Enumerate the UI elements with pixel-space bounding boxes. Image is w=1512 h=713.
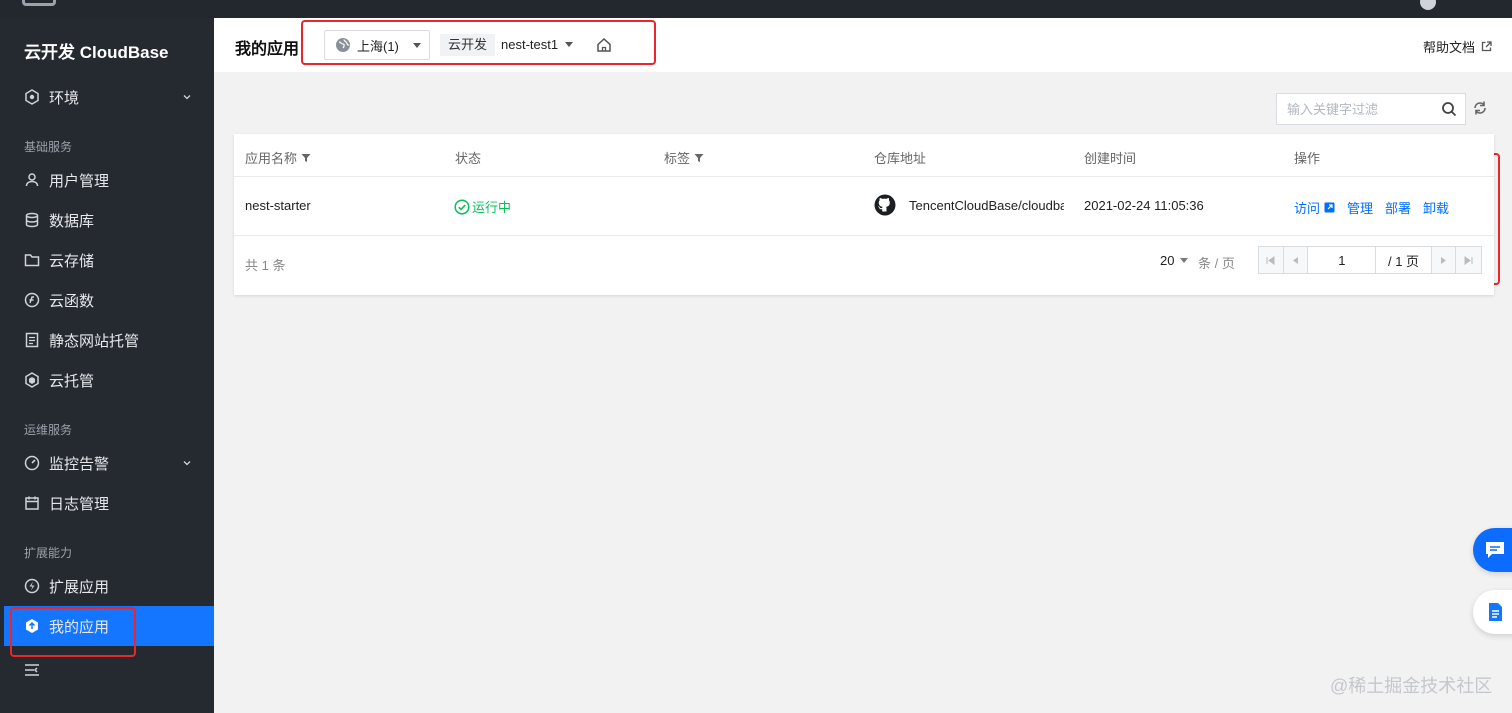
my-app-icon <box>24 618 40 634</box>
cube-icon <box>24 372 40 388</box>
deploy-button[interactable]: 部署 <box>1385 198 1411 217</box>
folder-icon <box>24 252 40 268</box>
sidebar-item-logs[interactable]: 日志管理 <box>0 483 214 523</box>
column-header-status: 状态 <box>455 151 482 166</box>
github-icon <box>874 194 896 216</box>
external-link-icon <box>1481 41 1492 52</box>
table-row: nest-starter 运行中 TencentCloudBase/cloudb… <box>234 177 1494 236</box>
chevron-down-icon[interactable] <box>565 42 573 47</box>
external-link-icon <box>1324 202 1335 213</box>
sidebar-item-monitoring[interactable]: 监控告警 <box>0 443 214 483</box>
pager: / 1 页 <box>1258 246 1482 274</box>
last-page-icon <box>1464 255 1473 265</box>
apps-table-card: 应用名称 状态 标签 仓库地址 创建时间 操作 nest-starter 运行中… <box>234 134 1494 295</box>
page-number-input[interactable] <box>1308 247 1377 273</box>
docs-float-button[interactable] <box>1473 590 1512 634</box>
first-page-button[interactable] <box>1259 247 1284 273</box>
chevron-down-icon <box>413 43 421 48</box>
column-header-tags[interactable]: 标签 <box>664 148 704 167</box>
user-avatar-icon[interactable] <box>1420 0 1436 10</box>
region-value: 上海(1) <box>357 38 399 54</box>
total-pages: / 1 页 <box>1376 247 1432 273</box>
document-icon <box>1489 603 1502 621</box>
next-page-button[interactable] <box>1431 247 1457 273</box>
user-icon <box>24 172 40 188</box>
sidebar-item-cloud-hosting[interactable]: 云托管 <box>0 360 214 400</box>
console-logo-icon[interactable] <box>22 0 56 6</box>
check-circle-icon <box>454 198 470 215</box>
top-navbar <box>0 0 1512 18</box>
row-actions: 访问 管理 部署 卸载 <box>1294 198 1461 217</box>
total-count: 共 1 条 <box>245 258 286 273</box>
sidebar-item-my-apps[interactable]: 我的应用 <box>4 606 214 646</box>
visit-button[interactable]: 访问 <box>1294 198 1335 217</box>
sidebar-item-static-hosting[interactable]: 静态网站托管 <box>0 320 214 360</box>
hexagon-icon <box>24 89 40 105</box>
document-icon <box>24 332 40 348</box>
table-header: 应用名称 状态 标签 仓库地址 创建时间 操作 <box>234 134 1494 177</box>
chat-icon <box>1486 542 1504 558</box>
home-icon[interactable] <box>596 37 612 53</box>
search-input[interactable] <box>1287 101 1437 117</box>
filter-icon[interactable] <box>301 153 311 163</box>
status-badge: 运行中 <box>454 197 511 216</box>
feedback-float-button[interactable] <box>1473 528 1512 572</box>
watermark: @稀土掘金技术社区 <box>1330 676 1493 696</box>
calendar-log-icon <box>24 495 40 511</box>
nav-group-extensions: 扩展能力 <box>24 546 73 560</box>
lightning-icon <box>24 578 40 594</box>
repo-link[interactable]: TencentCloudBase/cloudbase-templates <box>874 194 1064 216</box>
nav-group-ops: 运维服务 <box>24 423 73 437</box>
sidebar-item-storage[interactable]: 云存储 <box>0 240 214 280</box>
sidebar-item-env[interactable]: 环境 <box>0 77 214 117</box>
column-header-actions: 操作 <box>1294 151 1321 166</box>
nav-group-basic: 基础服务 <box>24 140 73 154</box>
refresh-icon[interactable] <box>1472 100 1488 116</box>
env-select[interactable]: nest-test1 <box>501 37 558 52</box>
sidebar-item-database[interactable]: 数据库 <box>0 200 214 240</box>
prev-page-button[interactable] <box>1283 247 1309 273</box>
last-page-button[interactable] <box>1456 247 1482 273</box>
brand-title: 云开发 CloudBase <box>24 43 169 62</box>
search-icon[interactable] <box>1441 101 1457 117</box>
page-header: 我的应用 上海(1) 云开发 nest-test1 帮助文档 <box>214 18 1512 72</box>
sidebar-item-functions[interactable]: 云函数 <box>0 280 214 320</box>
filter-icon[interactable] <box>694 153 704 163</box>
column-header-created: 创建时间 <box>1084 151 1137 166</box>
chevron-down-icon <box>183 461 191 466</box>
database-icon <box>24 212 40 228</box>
prev-page-icon <box>1293 256 1299 264</box>
env-type-tag: 云开发 <box>440 34 496 56</box>
next-page-icon <box>1441 256 1446 264</box>
monitor-icon <box>24 455 40 471</box>
chevron-down-icon <box>1180 258 1189 263</box>
pagination-bar: 共 1 条 20 条 / 页 / 1 页 <box>234 236 1494 295</box>
search-box <box>1276 93 1466 125</box>
chevron-down-icon <box>183 95 191 100</box>
globe-icon <box>336 38 350 52</box>
uninstall-button[interactable]: 卸载 <box>1423 198 1449 217</box>
region-select[interactable]: 上海(1) <box>324 30 430 60</box>
help-docs-link[interactable]: 帮助文档 <box>1423 37 1492 56</box>
sidebar-item-users[interactable]: 用户管理 <box>0 160 214 200</box>
created-time: 2021-02-24 11:05:36 <box>1084 198 1204 213</box>
page-size-select[interactable]: 20 <box>1160 253 1189 268</box>
function-icon <box>24 292 40 308</box>
column-header-name[interactable]: 应用名称 <box>245 148 311 167</box>
collapse-sidebar-icon[interactable] <box>24 663 40 677</box>
sidebar: 云开发 CloudBase 环境 基础服务 用户管理 数据库 云存储 云函数 静… <box>0 18 214 713</box>
column-header-repo: 仓库地址 <box>874 151 927 166</box>
first-page-icon <box>1266 255 1275 265</box>
app-name: nest-starter <box>245 198 311 213</box>
manage-button[interactable]: 管理 <box>1347 198 1373 217</box>
page-size-unit: 条 / 页 <box>1198 256 1235 271</box>
sidebar-item-extension-apps[interactable]: 扩展应用 <box>0 566 214 606</box>
page-title: 我的应用 <box>235 41 300 58</box>
